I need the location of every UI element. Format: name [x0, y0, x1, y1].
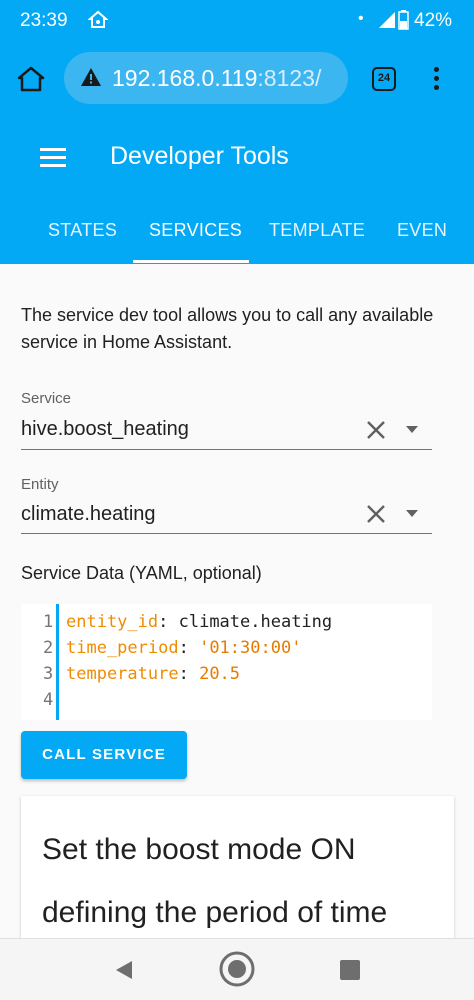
home-icon[interactable]	[218, 950, 256, 988]
status-time: 23:39	[20, 10, 68, 31]
url-text: 192.168.0.119:8123/	[112, 65, 321, 92]
hamburger-menu-icon[interactable]	[40, 148, 66, 168]
battery-percent: 42%	[414, 10, 453, 31]
intro-text: The service dev tool allows you to call …	[21, 305, 434, 352]
recent-apps-icon[interactable]	[340, 960, 360, 980]
line-number: 3	[43, 664, 54, 684]
url-host: 192.168.0.119	[112, 65, 258, 91]
yaml-value: climate.heating	[178, 612, 333, 632]
yaml-sep: :	[158, 612, 179, 632]
code-line: time_period: '01:30:00'	[66, 638, 301, 658]
yaml-key: time_period	[66, 638, 179, 658]
service-description-card: Set the boost mode ON defining the perio…	[21, 796, 454, 956]
service-input[interactable]: hive.boost_heating	[21, 418, 189, 441]
back-icon[interactable]	[112, 959, 134, 981]
code-line: entity_id: climate.heating	[66, 612, 332, 632]
address-bar[interactable]: 192.168.0.119:8123/	[64, 52, 348, 104]
service-label: Service	[21, 390, 72, 407]
yaml-key: entity_id	[66, 612, 159, 632]
yaml-sep: :	[178, 638, 200, 658]
service-data-label: Service Data (YAML, optional)	[21, 563, 262, 583]
page-title: Developer Tools	[110, 142, 289, 170]
tab-events[interactable]: EVEN	[397, 220, 447, 241]
tab-count-button[interactable]: 24	[372, 67, 396, 91]
service-clear-icon[interactable]	[364, 418, 388, 442]
yaml-sep: :	[178, 664, 200, 684]
notification-dot: •	[358, 10, 364, 27]
call-service-button[interactable]: CALL SERVICE	[21, 731, 187, 779]
tab-services[interactable]: SERVICES	[149, 220, 242, 241]
line-number: 4	[43, 690, 54, 710]
warning-icon[interactable]	[80, 66, 102, 88]
yaml-value: '01:30:00'	[199, 638, 302, 658]
entity-input[interactable]: climate.heating	[21, 503, 156, 526]
entity-clear-icon[interactable]	[364, 502, 388, 526]
entity-label: Entity	[21, 476, 59, 493]
line-number: 1	[43, 612, 54, 632]
signal-icon	[379, 12, 395, 28]
code-line: temperature: 20.5	[66, 664, 240, 684]
line-number: 2	[43, 638, 54, 658]
yaml-value: 20.5	[199, 664, 241, 684]
active-tab-indicator	[133, 260, 249, 263]
yaml-key: temperature	[66, 664, 179, 684]
entity-underline	[21, 533, 432, 534]
service-dropdown-icon[interactable]	[404, 425, 420, 435]
browser-toolbar: 192.168.0.119:8123/ 24	[0, 40, 474, 116]
browser-menu-icon[interactable]	[434, 67, 440, 91]
entity-dropdown-icon[interactable]	[404, 509, 420, 519]
home-notification-icon	[88, 10, 108, 28]
status-bar: 23:39 • 42%	[0, 0, 474, 40]
url-port: :8123/	[257, 65, 322, 91]
service-description: Set the boost mode ON defining the perio…	[42, 833, 388, 929]
battery-icon	[398, 10, 409, 30]
system-nav-bar	[0, 938, 474, 1000]
service-underline	[21, 449, 432, 450]
app-header: Developer Tools STATES SERVICES TEMPLATE…	[0, 116, 474, 264]
browser-home-icon[interactable]	[16, 64, 46, 94]
yaml-editor[interactable]: 1 2 3 4 entity_id: climate.heating time_…	[21, 604, 432, 720]
editor-gutter: 1 2 3 4	[21, 604, 59, 720]
tab-template[interactable]: TEMPLATE	[269, 220, 365, 241]
tab-states[interactable]: STATES	[48, 220, 117, 241]
